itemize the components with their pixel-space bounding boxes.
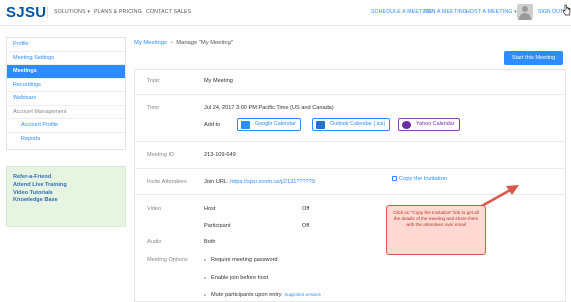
meeting-id-value: 213-109-649 xyxy=(204,152,236,158)
outlook-calendar-icon xyxy=(316,120,325,129)
audio-label: Audio xyxy=(147,239,162,245)
mouse-cursor-icon xyxy=(562,4,571,16)
sidebar-item-meeting-settings[interactable]: Meeting Settings xyxy=(7,52,125,65)
breadcrumb-current: Manage "My Meeting" xyxy=(176,40,233,46)
option-label: Require meeting password xyxy=(211,257,278,263)
time-value: Jul 24, 2017 3:00 PM Pacific Time (US an… xyxy=(204,105,334,111)
outlook-calendar-label: Outlook Calendar (.ics) xyxy=(330,121,386,127)
promo-box: Refer-a-Friend Attend Live Training Vide… xyxy=(6,166,126,227)
copy-invitation-link[interactable]: Copy the Invitation xyxy=(392,176,447,182)
nav-host-meeting[interactable]: HOST A MEETING ▾ xyxy=(466,9,517,15)
bullet-icon xyxy=(204,276,206,279)
promo-live-training[interactable]: Attend Live Training xyxy=(13,182,119,190)
logo[interactable]: SJSU xyxy=(6,4,46,21)
nav-plans-pricing[interactable]: PLANS & PRICING xyxy=(94,9,142,15)
row-divider xyxy=(135,168,565,169)
host-video-value: Off xyxy=(302,206,310,212)
nav-join-meeting[interactable]: JOIN A MEETING xyxy=(423,9,467,15)
avatar[interactable] xyxy=(517,4,533,20)
sidebar-item-account-profile[interactable]: Account Profile xyxy=(7,119,125,133)
supported-versions-link[interactable]: Supported versions xyxy=(285,292,321,297)
video-label: Video xyxy=(147,206,162,212)
nav-contact-sales[interactable]: CONTACT SALES xyxy=(146,9,191,15)
google-calendar-label: Google Calendar xyxy=(255,121,296,127)
row-divider xyxy=(135,194,565,195)
row-divider xyxy=(135,94,565,95)
meeting-options-label: Meeting Options xyxy=(147,257,188,263)
copy-invitation-label: Copy the Invitation xyxy=(399,176,448,183)
start-meeting-button[interactable]: Start this Meeting xyxy=(504,51,563,65)
join-url-row: Join URL: https://sjsu.zoom.us/j/2131???… xyxy=(204,179,315,185)
annotation-callout: Click on "Copy the Invitation" link to g… xyxy=(386,205,486,255)
meeting-id-label: Meeting ID xyxy=(147,152,175,158)
option-mute-participants[interactable]: Mute participants upon entry Supported ve… xyxy=(204,292,321,298)
sidebar-item-webinars[interactable]: Webinars xyxy=(7,92,125,106)
yahoo-calendar-label: Yahoo Calendar xyxy=(416,121,455,127)
option-label: Mute participants upon entry xyxy=(211,292,282,298)
option-join-before-host[interactable]: Enable join before host xyxy=(204,275,268,281)
google-calendar-button[interactable]: Google Calendar xyxy=(237,118,301,131)
breadcrumb-my-meetings[interactable]: My Meetings xyxy=(134,40,167,46)
nav-divider xyxy=(47,6,48,19)
topic-label: Topic xyxy=(147,78,161,84)
sign-out-link[interactable]: SIGN OUT xyxy=(538,9,563,15)
participant-label: Participant xyxy=(204,223,231,229)
google-calendar-icon xyxy=(241,120,250,129)
sidebar-item-recordings[interactable]: Recordings xyxy=(7,79,125,92)
breadcrumb-separator: > xyxy=(169,40,174,46)
yahoo-calendar-icon xyxy=(402,120,411,129)
breadcrumb: My Meetings > Manage "My Meeting" xyxy=(134,40,233,46)
invite-attendees-label: Invite Attendees xyxy=(147,179,187,185)
sidebar-item-profile[interactable]: Profile xyxy=(7,38,125,52)
top-navigation: SJSU SOLUTIONS ▾ PLANS & PRICING CONTACT… xyxy=(0,0,571,26)
option-label: Enable join before host xyxy=(211,275,269,281)
add-to-label: Add to xyxy=(204,122,221,128)
sidebar-group-account-management: Account Management xyxy=(7,106,125,119)
row-divider xyxy=(135,141,565,142)
sidebar-item-meetings[interactable]: Meetings xyxy=(7,65,125,79)
join-url-link[interactable]: https://sjsu.zoom.us/j/2131?????9 xyxy=(230,179,315,185)
sidebar: Profile Meeting Settings Meetings Record… xyxy=(6,37,126,150)
outlook-calendar-button[interactable]: Outlook Calendar (.ics) xyxy=(312,118,391,131)
audio-value: Both xyxy=(204,239,216,245)
topic-value: My Meeting xyxy=(204,78,233,84)
host-label: Host xyxy=(204,206,216,212)
meeting-details-panel: Topic My Meeting Time Jul 24, 2017 3:00 … xyxy=(134,69,566,302)
time-label: Time xyxy=(147,105,160,111)
yahoo-calendar-button[interactable]: Yahoo Calendar xyxy=(398,118,460,131)
sidebar-item-reports[interactable]: Reports xyxy=(7,133,125,149)
bullet-icon xyxy=(204,293,206,296)
promo-video-tutorials[interactable]: Video Tutorials xyxy=(13,190,119,198)
option-require-password[interactable]: Require meeting password xyxy=(204,257,278,263)
nav-solutions[interactable]: SOLUTIONS ▾ xyxy=(54,9,90,15)
join-url-label: Join URL: xyxy=(204,179,229,185)
copy-icon xyxy=(392,176,397,181)
bullet-icon xyxy=(204,258,206,261)
participant-video-value: Off xyxy=(302,223,310,229)
promo-refer-friend[interactable]: Refer-a-Friend xyxy=(13,174,119,182)
promo-knowledge-base[interactable]: Knowledge Base xyxy=(13,197,119,205)
